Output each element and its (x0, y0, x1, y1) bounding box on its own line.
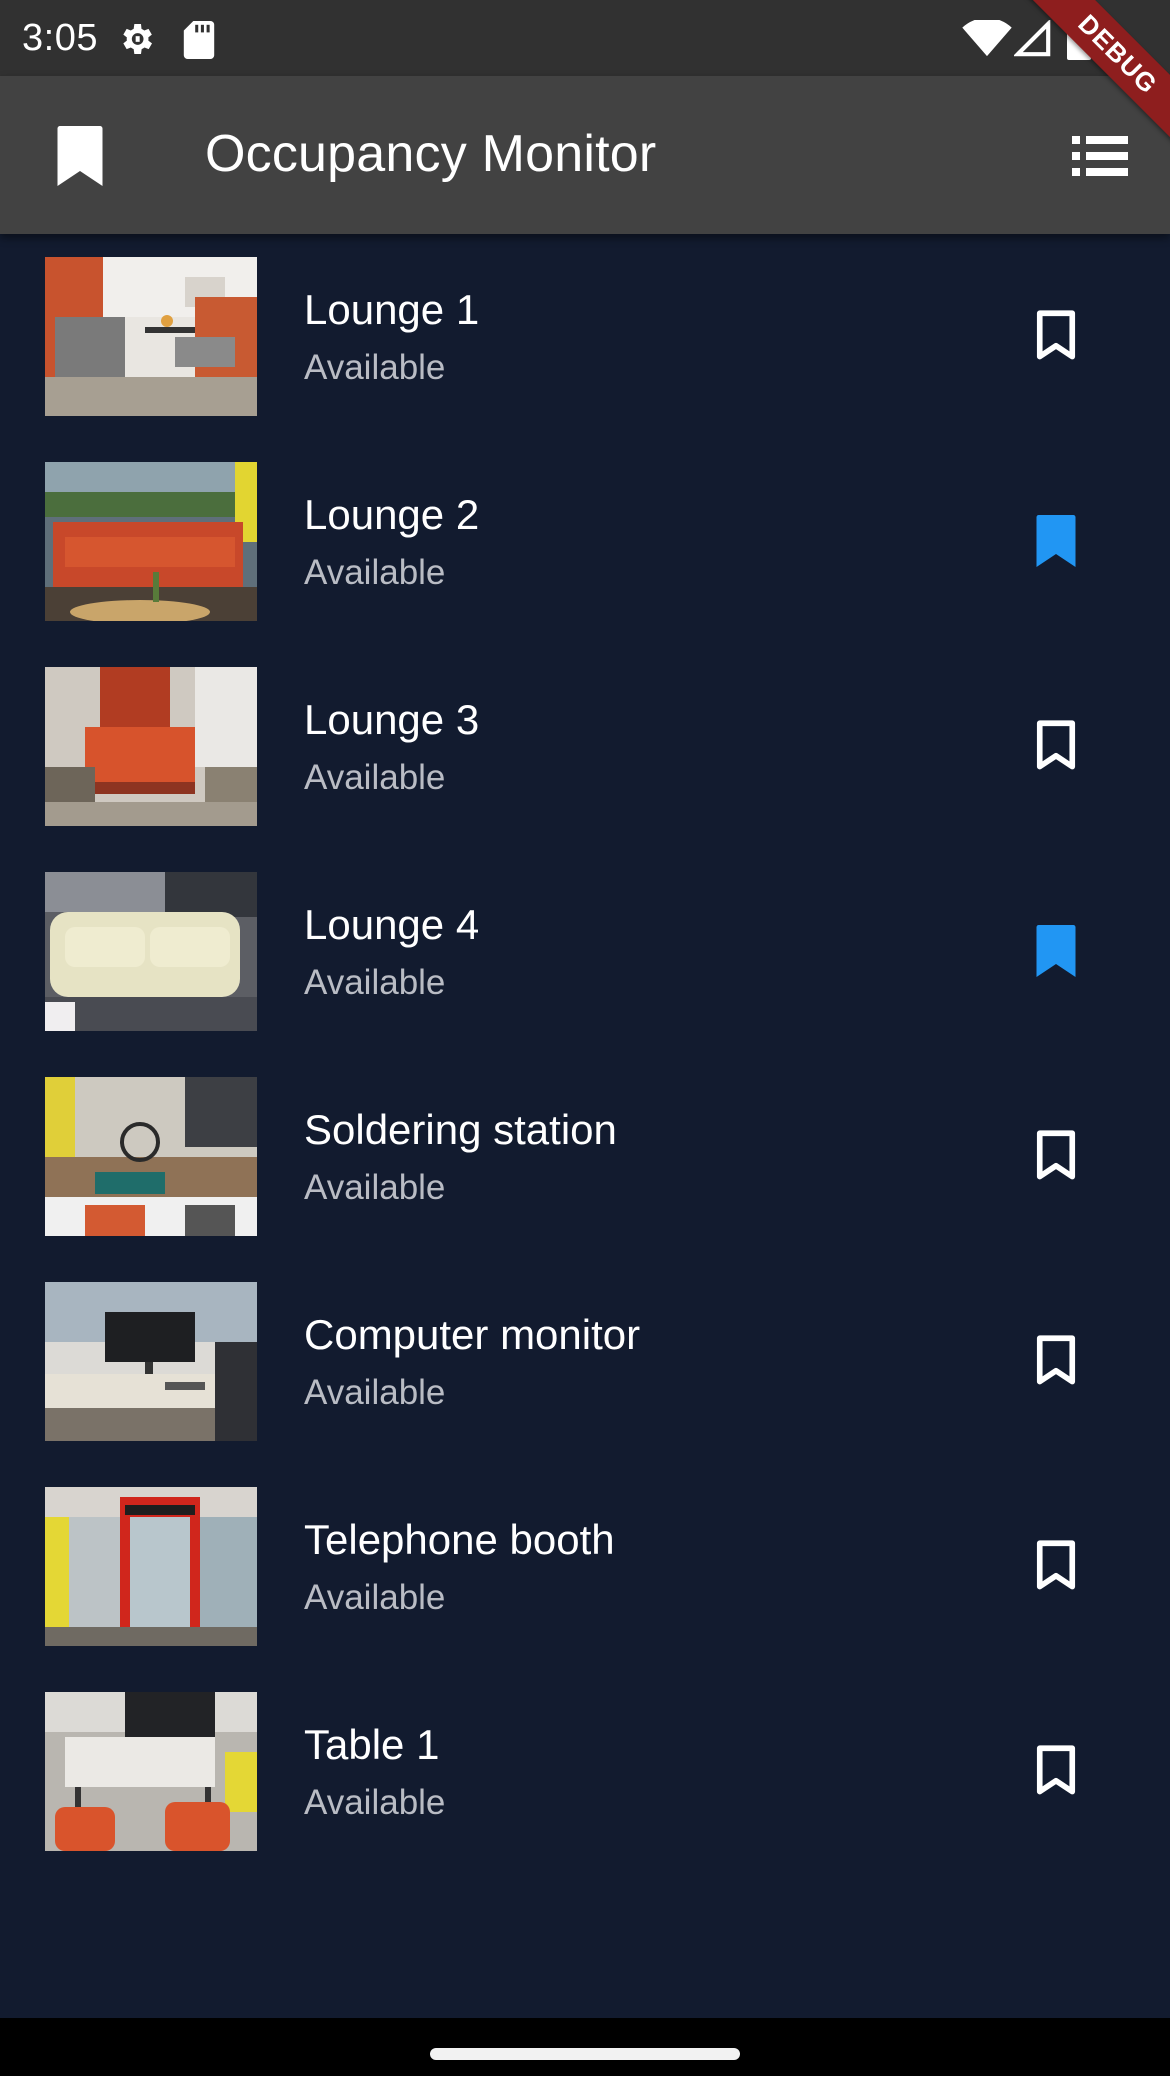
space-list: Lounge 1 Available Lounge 2 Available Lo… (0, 234, 1170, 1874)
bookmark-filled-icon[interactable] (1034, 515, 1078, 567)
list-item[interactable]: Lounge 3 Available (0, 644, 1170, 849)
space-name: Lounge 1 (304, 286, 480, 333)
space-thumbnail (45, 257, 257, 416)
list-item[interactable]: Telephone booth Available (0, 1464, 1170, 1669)
space-thumbnail (45, 1487, 257, 1646)
bookmark-outline-icon[interactable] (1034, 1745, 1078, 1797)
bookmark-outline-icon[interactable] (1034, 1130, 1078, 1182)
bookmark-icon[interactable] (54, 126, 106, 186)
space-name: Lounge 3 (304, 696, 480, 743)
list-item[interactable]: Computer monitor Available (0, 1259, 1170, 1464)
space-status: Available (304, 553, 446, 592)
space-thumbnail (45, 462, 257, 621)
list-item[interactable]: Table 1 Available (0, 1669, 1170, 1874)
space-status: Available (304, 1373, 446, 1412)
space-status: Available (304, 1168, 446, 1207)
space-thumbnail (45, 667, 257, 826)
wifi-icon (962, 20, 1012, 57)
navigation-bar (0, 2018, 1170, 2076)
signal-icon (1014, 20, 1051, 57)
space-thumbnail (45, 1692, 257, 1851)
space-status: Available (304, 1578, 446, 1617)
space-name: Lounge 2 (304, 491, 480, 538)
gear-icon (123, 24, 152, 54)
status-time: 3:05 (22, 17, 98, 59)
list-icon[interactable] (1072, 136, 1128, 176)
list-item[interactable]: Soldering station Available (0, 1054, 1170, 1259)
page-title: Occupancy Monitor (205, 125, 657, 183)
list-item[interactable]: Lounge 1 Available (0, 234, 1170, 439)
space-thumbnail (45, 1282, 257, 1441)
space-name: Lounge 4 (304, 901, 480, 948)
list-item[interactable]: Lounge 2 Available (0, 439, 1170, 644)
space-thumbnail (45, 872, 257, 1031)
app-bar: Occupancy Monitor (0, 76, 1170, 234)
home-gesture-handle[interactable] (430, 2048, 740, 2060)
space-status: Available (304, 348, 446, 387)
space-name: Computer monitor (304, 1311, 641, 1358)
bookmark-filled-icon[interactable] (1034, 925, 1078, 977)
bookmark-outline-icon[interactable] (1034, 1335, 1078, 1387)
space-status: Available (304, 758, 446, 797)
space-name: Telephone booth (304, 1516, 615, 1563)
sd-card-icon (183, 21, 215, 59)
space-name: Soldering station (304, 1106, 617, 1153)
space-status: Available (304, 1783, 446, 1822)
list-item[interactable]: Lounge 4 Available (0, 849, 1170, 1054)
space-name: Table 1 (304, 1721, 440, 1768)
screen: 3:05 Occupancy Monitor DEBUG Lounge 1 Av… (0, 0, 1170, 2076)
space-status: Available (304, 963, 446, 1002)
space-thumbnail (45, 1077, 257, 1236)
bookmark-outline-icon[interactable] (1034, 720, 1078, 772)
status-bar: 3:05 (0, 0, 1170, 76)
bookmark-outline-icon[interactable] (1034, 1540, 1078, 1592)
bookmark-outline-icon[interactable] (1034, 310, 1078, 362)
